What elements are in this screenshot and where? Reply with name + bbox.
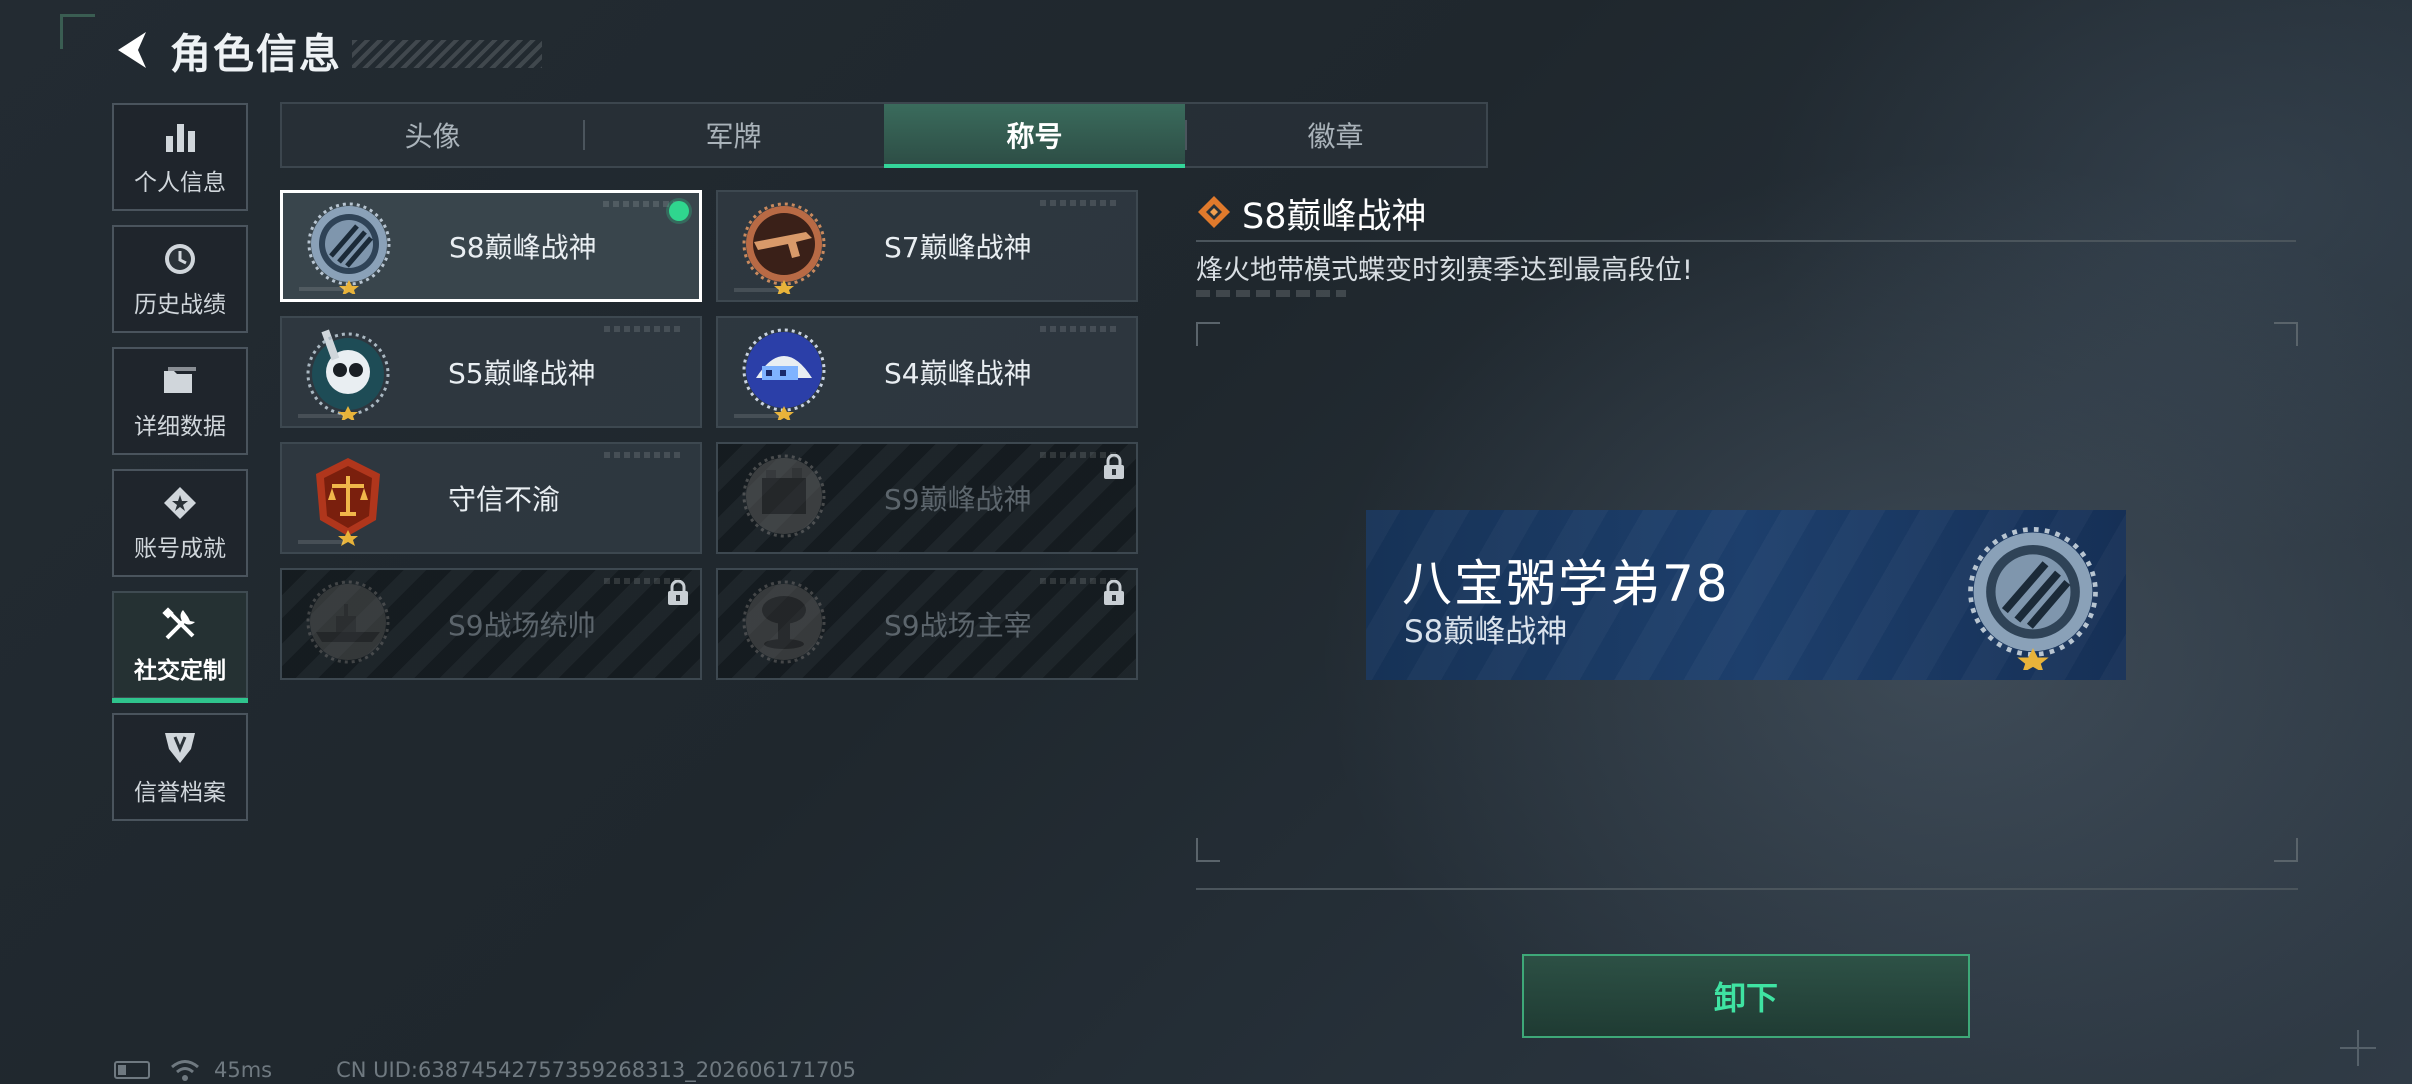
unequip-button-label: 卸下 — [1713, 979, 1778, 1017]
sidebar-item-label: 详细数据 — [134, 414, 226, 440]
ping-text: 45ms — [214, 1058, 273, 1082]
sidebar-item-label: 账号成就 — [134, 536, 226, 562]
page-header: 角色信息 — [112, 22, 542, 78]
crosshair-icon — [2340, 1030, 2376, 1066]
detail-title: S8巅峰战神 — [1242, 197, 1427, 237]
corner-bracket-decoration — [60, 14, 95, 49]
title-grid: S8巅峰战神 S7巅峰战神 S5巅峰战神 S4巅峰战神 守信不渝 S9巅峰战神 … — [280, 190, 1140, 680]
card-decoration — [604, 326, 684, 332]
divider — [1196, 240, 2296, 242]
bar-chart-icon — [160, 117, 200, 157]
diamond-icon — [1196, 194, 1232, 234]
category-tabs: 头像 军牌 称号 徽章 — [280, 102, 1488, 168]
title-stripe-decoration — [352, 40, 542, 68]
sidebar-item-detailed-data[interactable]: 详细数据 — [112, 347, 248, 455]
title-card-s5[interactable]: S5巅峰战神 — [280, 316, 702, 428]
wifi-icon — [171, 1060, 199, 1081]
status-bar: 45ms CN UID:63874542757359268313_2026061… — [114, 1058, 856, 1082]
sidebar-item-reputation[interactable]: 信誉档案 — [112, 713, 248, 821]
card-decoration — [298, 414, 344, 418]
sidebar-item-history[interactable]: 历史战绩 — [112, 225, 248, 333]
title-name: S8巅峰战神 — [449, 231, 597, 264]
sidebar-item-label: 历史战绩 — [134, 292, 226, 318]
divider — [1196, 888, 2298, 890]
title-name: S9巅峰战神 — [884, 483, 1032, 516]
nameplate-title: S8巅峰战神 — [1404, 614, 1568, 650]
tab-title[interactable]: 称号 — [884, 104, 1185, 168]
tab-emblem[interactable]: 徽章 — [1185, 104, 1486, 166]
uid-text: CN UID:63874542757359268313_202606171705 — [336, 1058, 857, 1082]
card-decoration — [1040, 200, 1120, 206]
frame-corner — [2274, 322, 2298, 346]
folder-icon — [160, 361, 200, 401]
decoration-bar — [1196, 290, 1346, 297]
title-name: S7巅峰战神 — [884, 231, 1032, 264]
sidebar-item-social-custom[interactable]: 社交定制 — [112, 591, 248, 703]
card-decoration — [734, 414, 780, 418]
shield-icon — [160, 727, 200, 767]
title-name: S9战场主宰 — [884, 609, 1032, 642]
title-name: S9战场统帅 — [448, 609, 596, 642]
s5-peak-badge-icon — [300, 324, 396, 422]
battleship-badge-icon — [300, 576, 396, 672]
sidebar-item-label: 社交定制 — [134, 658, 226, 684]
title-card-s9-peak[interactable]: S9巅峰战神 — [716, 442, 1138, 554]
card-decoration — [298, 540, 344, 544]
tab-dogtag[interactable]: 军牌 — [583, 104, 884, 166]
sidebar-item-label: 个人信息 — [134, 170, 226, 196]
battery-icon — [114, 1061, 150, 1079]
history-clock-icon — [160, 239, 200, 279]
s4-peak-badge-icon — [736, 324, 832, 422]
title-card-s9-dominator[interactable]: S9战场主宰 — [716, 568, 1138, 680]
lock-icon — [666, 579, 690, 606]
card-decoration — [604, 452, 684, 458]
chevron-left-icon[interactable] — [112, 25, 156, 75]
achievement-icon — [160, 483, 200, 523]
sidebar-item-personal-info[interactable]: 个人信息 — [112, 103, 248, 211]
title-card-s9-commander[interactable]: S9战场统帅 — [280, 568, 702, 680]
frame-corner — [1196, 322, 1220, 346]
card-decoration — [1040, 326, 1120, 332]
lock-icon — [1102, 579, 1126, 606]
lock-icon — [1102, 453, 1126, 480]
tools-icon — [160, 605, 200, 645]
title-card-integrity[interactable]: 守信不渝 — [280, 442, 702, 554]
title-name: S4巅峰战神 — [884, 357, 1032, 390]
equipped-indicator — [669, 201, 689, 221]
scales-badge-icon — [300, 450, 396, 546]
frame-corner — [2274, 838, 2298, 862]
s8-peak-badge-icon — [301, 198, 397, 296]
mushroom-cloud-badge-icon — [736, 576, 832, 672]
nameplate-preview: 八宝粥学弟78 S8巅峰战神 — [1366, 510, 2126, 680]
card-decoration — [734, 288, 780, 292]
title-card-s4[interactable]: S4巅峰战神 — [716, 316, 1138, 428]
title-card-s7[interactable]: S7巅峰战神 — [716, 190, 1138, 302]
unequip-button[interactable]: 卸下 — [1522, 954, 1970, 1038]
sidebar-item-achievements[interactable]: 账号成就 — [112, 469, 248, 577]
card-decoration — [299, 287, 345, 291]
sidebar-item-label: 信誉档案 — [134, 780, 226, 806]
tab-avatar[interactable]: 头像 — [282, 104, 583, 166]
detail-header: S8巅峰战神 — [1196, 188, 1427, 239]
page-title: 角色信息 — [170, 30, 342, 78]
s7-peak-badge-icon — [736, 198, 832, 296]
title-name: 守信不渝 — [448, 483, 561, 516]
detail-description: 烽火地带模式蝶变时刻赛季达到最高段位! — [1196, 255, 1693, 286]
sidebar: 个人信息 历史战绩 详细数据 账号成就 社交定制 信誉档案 — [112, 103, 252, 835]
s9-peak-badge-icon — [736, 450, 832, 546]
s8-peak-badge-icon — [1958, 520, 2108, 674]
title-card-s8[interactable]: S8巅峰战神 — [280, 190, 702, 302]
frame-corner — [1196, 838, 1220, 862]
title-name: S5巅峰战神 — [448, 357, 596, 390]
